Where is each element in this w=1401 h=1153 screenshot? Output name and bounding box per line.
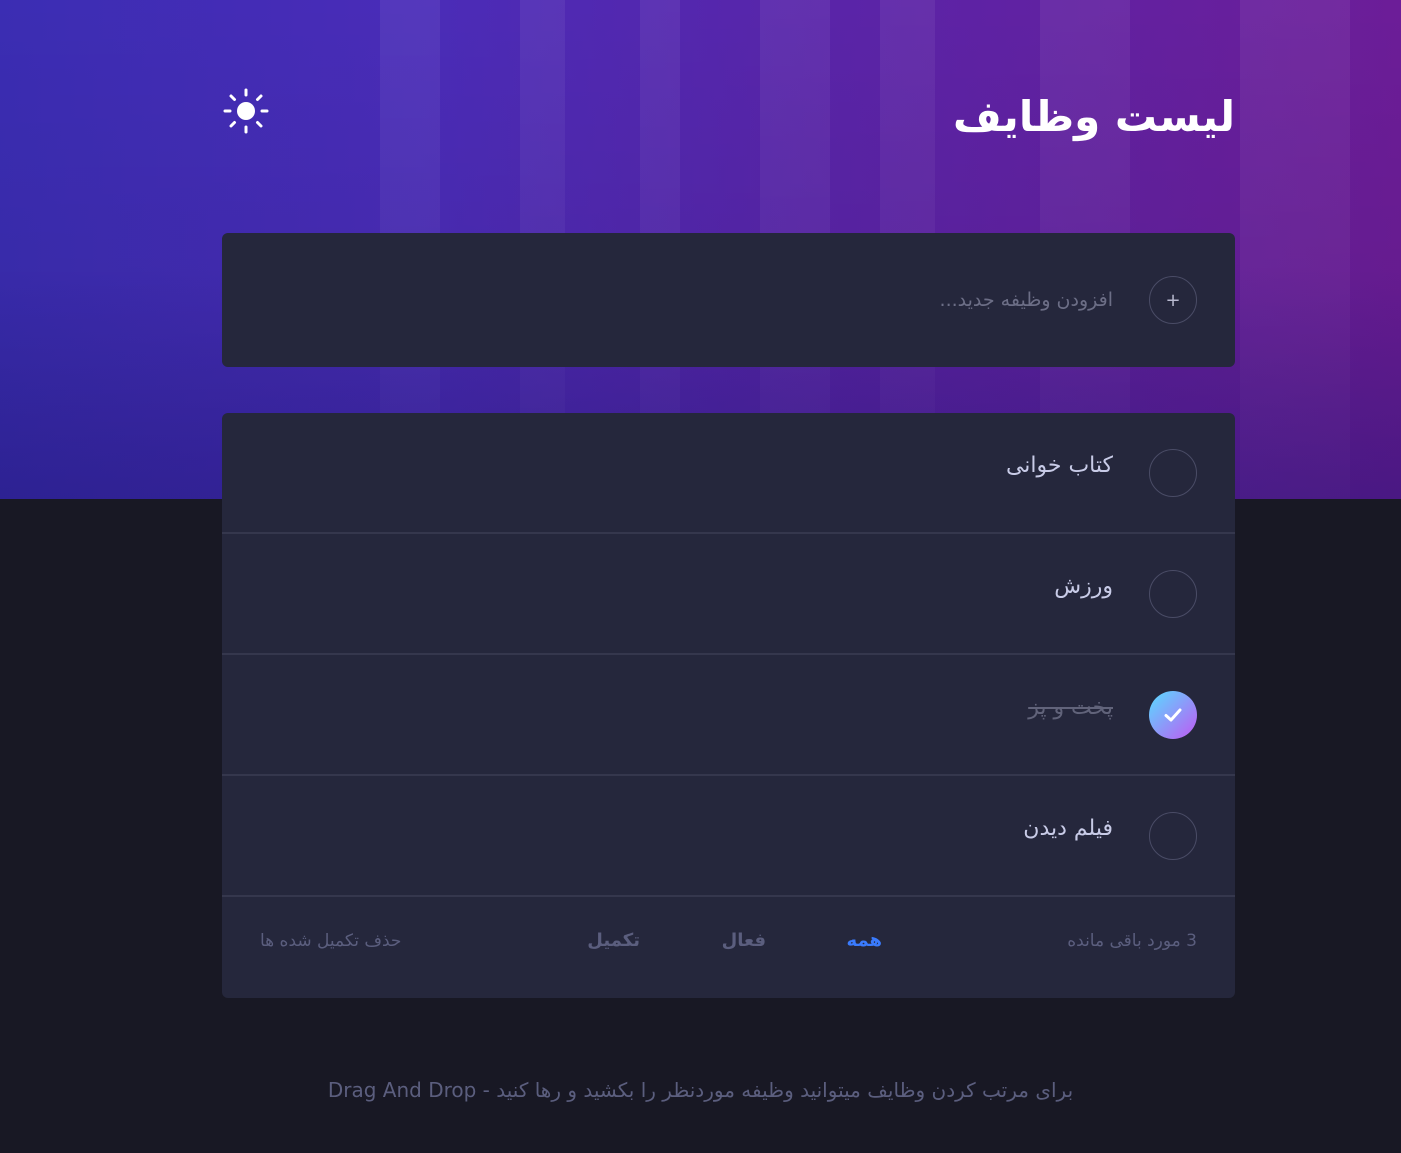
plus-icon: + xyxy=(1165,289,1181,311)
filter-all[interactable]: همه xyxy=(847,930,882,951)
new-task-input[interactable] xyxy=(413,280,1113,320)
task-label: پخت و پز xyxy=(1028,695,1113,720)
task-list: کتاب خوانی ورزش پخت و پز فیلم دیدن 3 مور… xyxy=(222,413,1235,998)
clear-completed-button[interactable]: حذف تکمیل شده ها xyxy=(260,931,401,951)
task-item[interactable]: کتاب خوانی xyxy=(222,413,1235,534)
task-footer: 3 مورد باقی مانده همه فعال تکمیل حذف تکم… xyxy=(222,897,1235,998)
task-item[interactable]: ورزش xyxy=(222,534,1235,655)
task-label: کتاب خوانی xyxy=(1005,453,1113,478)
task-label: فیلم دیدن xyxy=(1023,816,1113,841)
check-icon xyxy=(1164,708,1182,722)
task-item[interactable]: پخت و پز xyxy=(222,655,1235,776)
task-checkbox[interactable] xyxy=(1149,812,1197,860)
task-item[interactable]: فیلم دیدن xyxy=(222,776,1235,897)
new-task-card: + xyxy=(222,233,1235,367)
filter-completed[interactable]: تکمیل xyxy=(587,930,640,951)
task-checkbox[interactable] xyxy=(1149,449,1197,497)
task-checkbox[interactable] xyxy=(1149,570,1197,618)
theme-toggle-button[interactable] xyxy=(220,85,272,137)
filter-active[interactable]: فعال xyxy=(722,930,766,951)
filter-group: همه فعال تکمیل xyxy=(582,930,882,960)
task-label: ورزش xyxy=(1054,574,1113,599)
items-remaining: 3 مورد باقی مانده xyxy=(1067,931,1197,951)
page-title: لیست وظایف xyxy=(953,92,1235,141)
drag-drop-hint: برای مرتب کردن وظایف میتوانید وظیفه مورد… xyxy=(327,1078,1074,1102)
task-checkbox[interactable] xyxy=(1149,691,1197,739)
add-task-button[interactable]: + xyxy=(1149,276,1197,324)
sun-icon xyxy=(223,88,269,134)
